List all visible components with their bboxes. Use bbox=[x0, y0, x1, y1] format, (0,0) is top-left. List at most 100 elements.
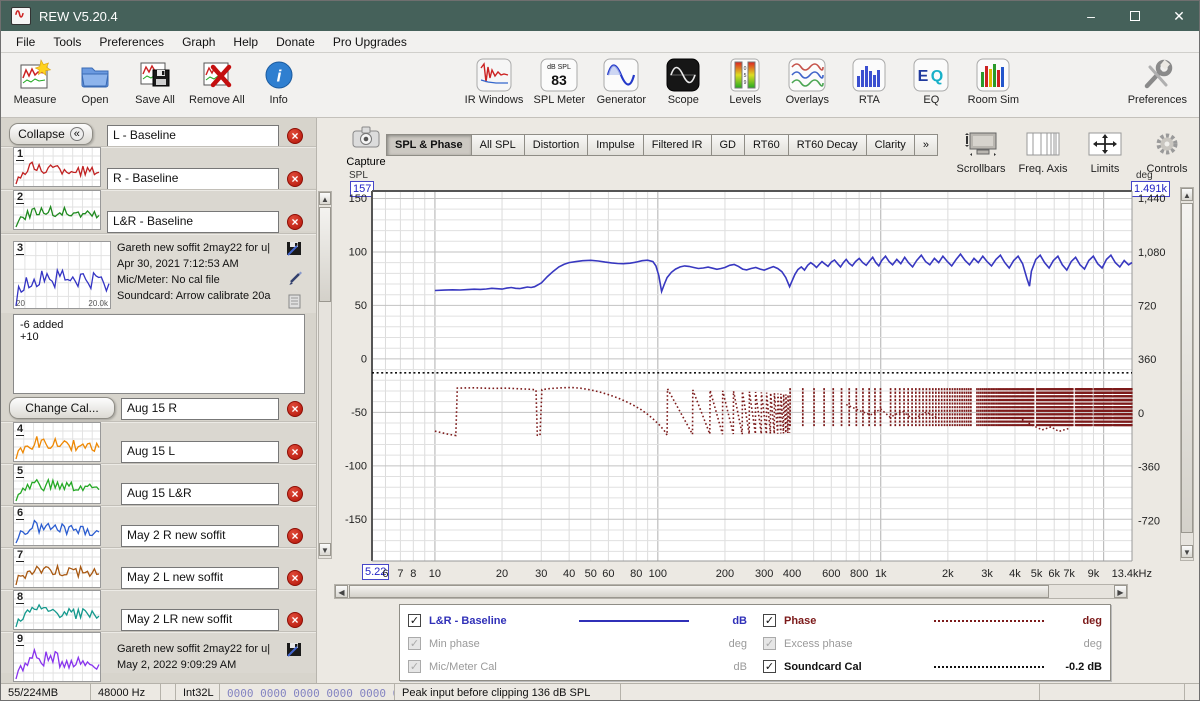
graph-tab-gd[interactable]: GD bbox=[712, 134, 746, 156]
graph-tab-rt60[interactable]: RT60 bbox=[745, 134, 789, 156]
graph-tab-distortion[interactable]: Distortion bbox=[525, 134, 588, 156]
measurement-name-field-9[interactable]: May 2 LR new soffit bbox=[121, 609, 279, 631]
legend-checkbox[interactable]: ✓ bbox=[763, 614, 776, 627]
graph-tabs: SPL & PhaseAll SPLDistortionImpulseFilte… bbox=[386, 134, 938, 156]
svg-text:20: 20 bbox=[496, 568, 508, 580]
measurement-thumbnail-1[interactable]: 1 bbox=[13, 147, 101, 187]
notes-box[interactable]: -6 added +10 bbox=[13, 314, 305, 394]
toolbar-remove-all-button[interactable]: Remove All bbox=[189, 58, 245, 106]
measurement-name-field-5[interactable]: Aug 15 L bbox=[121, 441, 279, 463]
legend-checkbox[interactable]: ✓ bbox=[408, 660, 421, 673]
graph-freq-axis-button[interactable]: Freq. Axis bbox=[1017, 127, 1069, 175]
legend-checkbox[interactable]: ✓ bbox=[763, 660, 776, 673]
toolbar-open-button[interactable]: Open bbox=[69, 58, 121, 106]
measurement-delete-button-3[interactable]: × bbox=[287, 214, 303, 230]
menu-item-donate[interactable]: Donate bbox=[267, 33, 324, 51]
measurement-delete-button-7[interactable]: × bbox=[287, 528, 303, 544]
toolbar-scope-button[interactable]: Scope bbox=[657, 58, 709, 106]
menu-item-help[interactable]: Help bbox=[224, 33, 267, 51]
minimize-button[interactable]: – bbox=[1069, 1, 1113, 31]
measurement-thumbnail-2[interactable]: 2 bbox=[13, 190, 101, 230]
measurement-delete-button-1[interactable]: × bbox=[287, 128, 303, 144]
measurement-delete-button-4[interactable]: × bbox=[287, 401, 303, 417]
legend-checkbox[interactable]: ✓ bbox=[408, 637, 421, 650]
close-button[interactable]: ✕ bbox=[1157, 1, 1200, 31]
save-measurement-icon[interactable] bbox=[286, 241, 303, 261]
maximize-button[interactable] bbox=[1113, 1, 1157, 31]
measurement-thumbnail-7[interactable]: 7 bbox=[13, 548, 101, 588]
measurement-delete-button-5[interactable]: × bbox=[287, 444, 303, 460]
toolbar-info-button[interactable]: iInfo bbox=[253, 58, 305, 106]
measurement-name-field-4[interactable]: Aug 15 R bbox=[121, 398, 279, 420]
toolbar-eq-button[interactable]: EQEQ bbox=[905, 58, 957, 106]
graph-tab-all-spl[interactable]: All SPL bbox=[472, 134, 525, 156]
save-measurement-9-icon[interactable] bbox=[286, 642, 303, 662]
measurement-delete-button-2[interactable]: × bbox=[287, 171, 303, 187]
measurement-name-field-3[interactable]: L&R - Baseline bbox=[107, 211, 279, 233]
measurement-name-field-8[interactable]: May 2 L new soffit bbox=[121, 567, 279, 589]
measurement-delete-button-8[interactable]: × bbox=[287, 570, 303, 586]
scroll-up-arrow[interactable]: ▲ bbox=[1181, 188, 1193, 201]
measurement-info-doc-icon[interactable] bbox=[288, 294, 301, 314]
measurement-info2: Apr 30, 2021 7:12:53 AM bbox=[117, 258, 282, 270]
plot-vertical-scrollbar[interactable]: ▲▼ bbox=[1180, 187, 1194, 561]
graph-tab-clarity[interactable]: Clarity bbox=[867, 134, 915, 156]
measurement-name-field-7[interactable]: May 2 R new soffit bbox=[121, 525, 279, 547]
change-cal-button[interactable]: Change Cal... bbox=[9, 397, 115, 419]
graph-tab-spl-phase[interactable]: SPL & Phase bbox=[386, 134, 472, 156]
scroll-down-arrow[interactable]: ▼ bbox=[319, 543, 331, 556]
measurement-thumbnail-3[interactable]: 32020.0k bbox=[13, 241, 111, 309]
plot-horizontal-scrollbar[interactable]: ◀▶ bbox=[334, 584, 1128, 599]
edit-notes-icon[interactable] bbox=[288, 270, 303, 290]
toolbar-preferences-button[interactable]: Preferences bbox=[1128, 58, 1187, 106]
measurement-thumbnail-8[interactable]: 8 bbox=[13, 590, 101, 630]
toolbar-overlays-button[interactable]: Overlays bbox=[781, 58, 833, 106]
scroll-down-arrow[interactable]: ▼ bbox=[1181, 545, 1193, 558]
legend-checkbox[interactable]: ✓ bbox=[408, 614, 421, 627]
graph-tab-impulse[interactable]: Impulse bbox=[588, 134, 644, 156]
scroll-thumb[interactable] bbox=[349, 585, 1049, 598]
toolbar-save-all-button[interactable]: Save All bbox=[129, 58, 181, 106]
measurement-thumbnail-6[interactable]: 6 bbox=[13, 506, 101, 546]
toolbar-room-sim-button[interactable]: Room Sim bbox=[967, 58, 1019, 106]
measurement-delete-button-9[interactable]: × bbox=[287, 612, 303, 628]
measurement-thumbnail-4[interactable]: 4 bbox=[13, 422, 101, 462]
toolbar-ir-windows-button[interactable]: IR Windows bbox=[465, 58, 524, 106]
toolbar-spl-meter-button[interactable]: dB SPL83SPL Meter bbox=[533, 58, 585, 106]
spl-phase-chart[interactable]: 150100500-50-100-1501,4401,0807203600-36… bbox=[334, 187, 1178, 587]
measurement-name-field-2[interactable]: R - Baseline bbox=[107, 168, 279, 190]
toolbar-measure-button[interactable]: Measure bbox=[9, 58, 61, 106]
scroll-up-arrow[interactable]: ▲ bbox=[319, 192, 331, 205]
graph-tab--[interactable]: » bbox=[915, 134, 938, 156]
scroll-left-arrow[interactable]: ◀ bbox=[335, 585, 348, 598]
menu-item-tools[interactable]: Tools bbox=[44, 33, 90, 51]
svg-text:1,440: 1,440 bbox=[1138, 193, 1166, 205]
scroll-thumb[interactable] bbox=[319, 207, 331, 302]
measurement-name-field-1[interactable]: L - Baseline bbox=[107, 125, 279, 147]
graph-scrollbars-button[interactable]: Scrollbars bbox=[955, 127, 1007, 175]
scroll-right-arrow[interactable]: ▶ bbox=[1114, 585, 1127, 598]
legend-label: L&R - Baseline bbox=[429, 615, 579, 627]
measurement-thumbnail-9[interactable]: 9 bbox=[13, 632, 101, 682]
menu-item-graph[interactable]: Graph bbox=[173, 33, 224, 51]
legend-checkbox[interactable]: ✓ bbox=[763, 637, 776, 650]
measurement-thumbnail-5[interactable]: 5 bbox=[13, 464, 101, 504]
toolbar-rta-button[interactable]: RTA bbox=[843, 58, 895, 106]
sidebar-scrollbar[interactable]: ▲▼ bbox=[318, 191, 332, 559]
menu-item-pro-upgrades[interactable]: Pro Upgrades bbox=[324, 33, 416, 51]
capture-button[interactable]: Capture bbox=[344, 124, 388, 168]
graph-limits-button[interactable]: Limits bbox=[1079, 127, 1131, 175]
graph-tab-rt60-decay[interactable]: RT60 Decay bbox=[789, 134, 867, 156]
measurement-name-field-6[interactable]: Aug 15 L&R bbox=[121, 483, 279, 505]
measurement-delete-button-6[interactable]: × bbox=[287, 486, 303, 502]
graph-controls-button[interactable]: Controls bbox=[1141, 127, 1193, 175]
toolbar-levels-button[interactable]: 059Levels bbox=[719, 58, 771, 106]
menu-item-file[interactable]: File bbox=[7, 33, 44, 51]
graph-tab-filtered-ir[interactable]: Filtered IR bbox=[644, 134, 712, 156]
menu-item-preferences[interactable]: Preferences bbox=[90, 33, 173, 51]
scroll-thumb[interactable] bbox=[1181, 203, 1193, 533]
save-all-icon bbox=[138, 58, 172, 92]
collapse-button[interactable]: Collapse« bbox=[9, 123, 93, 145]
toolbar-generator-button[interactable]: Generator bbox=[595, 58, 647, 106]
legend-column-1: ✓L&R - BaselinedB✓Min phasedeg✓Mic/Meter… bbox=[400, 605, 755, 680]
